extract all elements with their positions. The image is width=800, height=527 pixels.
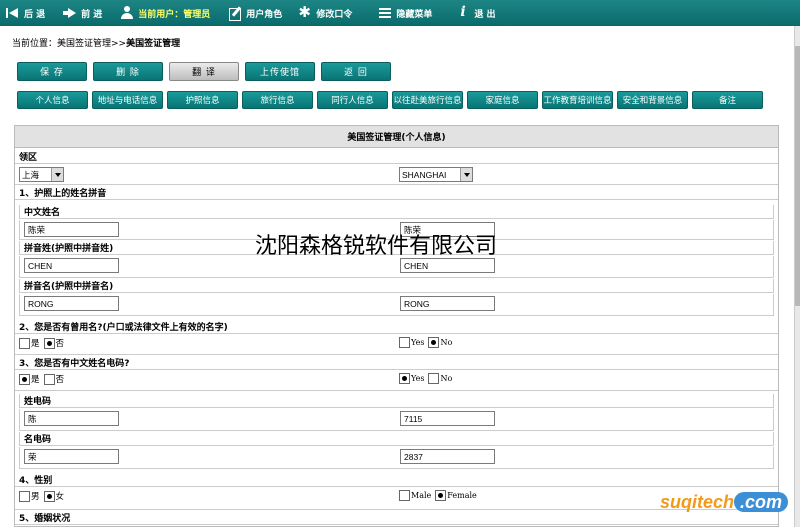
save-button[interactable]: 保 存: [17, 62, 87, 81]
exit-button[interactable]: 退 出: [450, 0, 501, 26]
given-pinyin-input-en[interactable]: RONG: [400, 296, 495, 311]
section-1-label: 1、护照上的姓名拼音: [15, 186, 778, 200]
radio-circle: [19, 490, 30, 502]
tab-work-education[interactable]: 工作教育培训信息: [542, 91, 613, 109]
user-icon: [120, 6, 134, 20]
delete-button[interactable]: 删 除: [93, 62, 163, 81]
tab-family-info[interactable]: 家庭信息: [467, 91, 538, 109]
scrollbar-thumb[interactable]: [795, 46, 800, 306]
former-name-no-radio[interactable]: 否: [43, 337, 64, 349]
name-code-yes-radio[interactable]: 是: [19, 373, 40, 385]
breadcrumb: 当前位置：美国签证管理>>美国签证管理: [12, 39, 181, 49]
surname-code-row: 陈 7115: [19, 409, 774, 431]
consular-row: 上海 SHANGHAI: [15, 165, 778, 185]
back-button[interactable]: 后 退: [0, 0, 51, 26]
given-code-input-cn[interactable]: 荣: [24, 449, 119, 464]
surname-code-input-en[interactable]: 7115: [400, 411, 495, 426]
given-pinyin-row: RONG RONG: [19, 294, 774, 316]
given-code-label: 名电码: [19, 432, 774, 446]
tab-passport-info[interactable]: 护照信息: [167, 91, 238, 109]
gender-male-radio-en[interactable]: Male: [399, 490, 431, 501]
radio-circle: [428, 337, 440, 348]
tab-companion-info[interactable]: 同行人信息: [317, 91, 388, 109]
section-3-label: 3、您是否有中文姓名电码?: [15, 356, 778, 370]
surname-code-label: 姓电码: [19, 394, 774, 408]
name-code-row: 是 否 Yes No: [15, 371, 778, 391]
chevron-down-icon: [51, 168, 63, 181]
consular-select-en[interactable]: SHANGHAI: [399, 167, 473, 182]
name-code-no-radio-en[interactable]: No: [428, 373, 452, 384]
hide-menu-button[interactable]: 隐藏菜单: [372, 0, 438, 26]
return-button[interactable]: 返 回: [321, 62, 391, 81]
chinese-name-input-cn[interactable]: 陈荣: [24, 222, 119, 237]
radio-circle: [435, 490, 447, 501]
gender-female-radio[interactable]: 女: [43, 490, 64, 502]
change-password-button[interactable]: 修改口令: [292, 0, 358, 26]
former-name-row: 是 否 Yes No: [15, 335, 778, 355]
back-icon: [6, 6, 20, 20]
section-2-label: 2、您是否有曾用名?(户口或法律文件上有效的名字): [15, 320, 778, 334]
tab-previous-us-travel[interactable]: 以往赴美旅行信息: [392, 91, 463, 109]
upload-embassy-button[interactable]: 上传使馆: [245, 62, 315, 81]
consular-label: 领区: [15, 150, 778, 164]
radio-circle: [428, 373, 440, 384]
top-toolbar: 后 退 前 进 当前用户：管理员 用户角色 修改口令 隐藏菜单 退 出: [0, 0, 800, 26]
action-buttons: 保 存 删 除 翻 译 上传使馆 返 回: [17, 62, 397, 81]
tab-security-background[interactable]: 安全和背景信息: [617, 91, 688, 109]
info-icon: [456, 4, 470, 20]
name-code-no-radio[interactable]: 否: [43, 373, 64, 385]
radio-circle: [43, 373, 55, 385]
given-code-row: 荣 2837: [19, 447, 774, 469]
radio-circle: [399, 373, 410, 384]
forward-icon: [63, 6, 77, 20]
former-name-yes-radio[interactable]: 是: [19, 337, 40, 349]
radio-circle: [43, 490, 55, 502]
suqitech-logo: suqitech .com: [660, 492, 789, 513]
chinese-name-label: 中文姓名: [19, 205, 774, 219]
tab-personal-info[interactable]: 个人信息: [17, 91, 88, 109]
personal-info-form: 美国签证管理(个人信息) 领区 上海 SHANGHAI 1、护照上的姓名拼音 中…: [14, 125, 779, 527]
section-5-label: 5、婚姻状况: [15, 511, 778, 525]
former-name-yes-radio-en[interactable]: Yes: [399, 337, 424, 348]
name-code-yes-radio-en[interactable]: Yes: [399, 373, 424, 384]
radio-circle: [399, 337, 410, 348]
user-role-button[interactable]: 用户角色: [222, 0, 288, 26]
tab-remarks[interactable]: 备注: [692, 91, 763, 109]
section-tabs: 个人信息 地址与电话信息 护照信息 旅行信息 同行人信息 以往赴美旅行信息 家庭…: [17, 91, 767, 109]
company-watermark: 沈阳森格锐软件有限公司: [255, 234, 498, 259]
chevron-down-icon: [460, 168, 472, 181]
radio-circle: [399, 490, 410, 501]
surname-pinyin-input-en[interactable]: CHEN: [400, 258, 495, 273]
former-name-no-radio-en[interactable]: No: [428, 337, 452, 348]
edit-icon: [228, 6, 242, 21]
tab-travel-info[interactable]: 旅行信息: [242, 91, 313, 109]
radio-circle: [43, 337, 55, 349]
radio-circle: [19, 337, 30, 349]
given-pinyin-label: 拼音名(护照中拼音名): [19, 279, 774, 293]
surname-pinyin-input-cn[interactable]: CHEN: [24, 258, 119, 273]
tab-address-phone[interactable]: 地址与电话信息: [92, 91, 163, 109]
consular-select-cn[interactable]: 上海: [19, 167, 64, 182]
forward-button[interactable]: 前 进: [57, 0, 108, 26]
radio-circle: [19, 373, 30, 385]
vertical-scrollbar[interactable]: [794, 26, 800, 527]
gender-male-radio[interactable]: 男: [19, 490, 40, 502]
given-pinyin-input-cn[interactable]: RONG: [24, 296, 119, 311]
gear-icon: [298, 3, 312, 21]
translate-button[interactable]: 翻 译: [169, 62, 239, 81]
form-title: 美国签证管理(个人信息): [15, 126, 778, 148]
surname-code-input-cn[interactable]: 陈: [24, 411, 119, 426]
menu-icon: [378, 6, 392, 20]
section-4-label: 4、性别: [15, 473, 778, 487]
given-code-input-en[interactable]: 2837: [400, 449, 495, 464]
gender-female-radio-en[interactable]: Female: [435, 490, 477, 501]
current-user: 当前用户：管理员: [114, 0, 216, 26]
